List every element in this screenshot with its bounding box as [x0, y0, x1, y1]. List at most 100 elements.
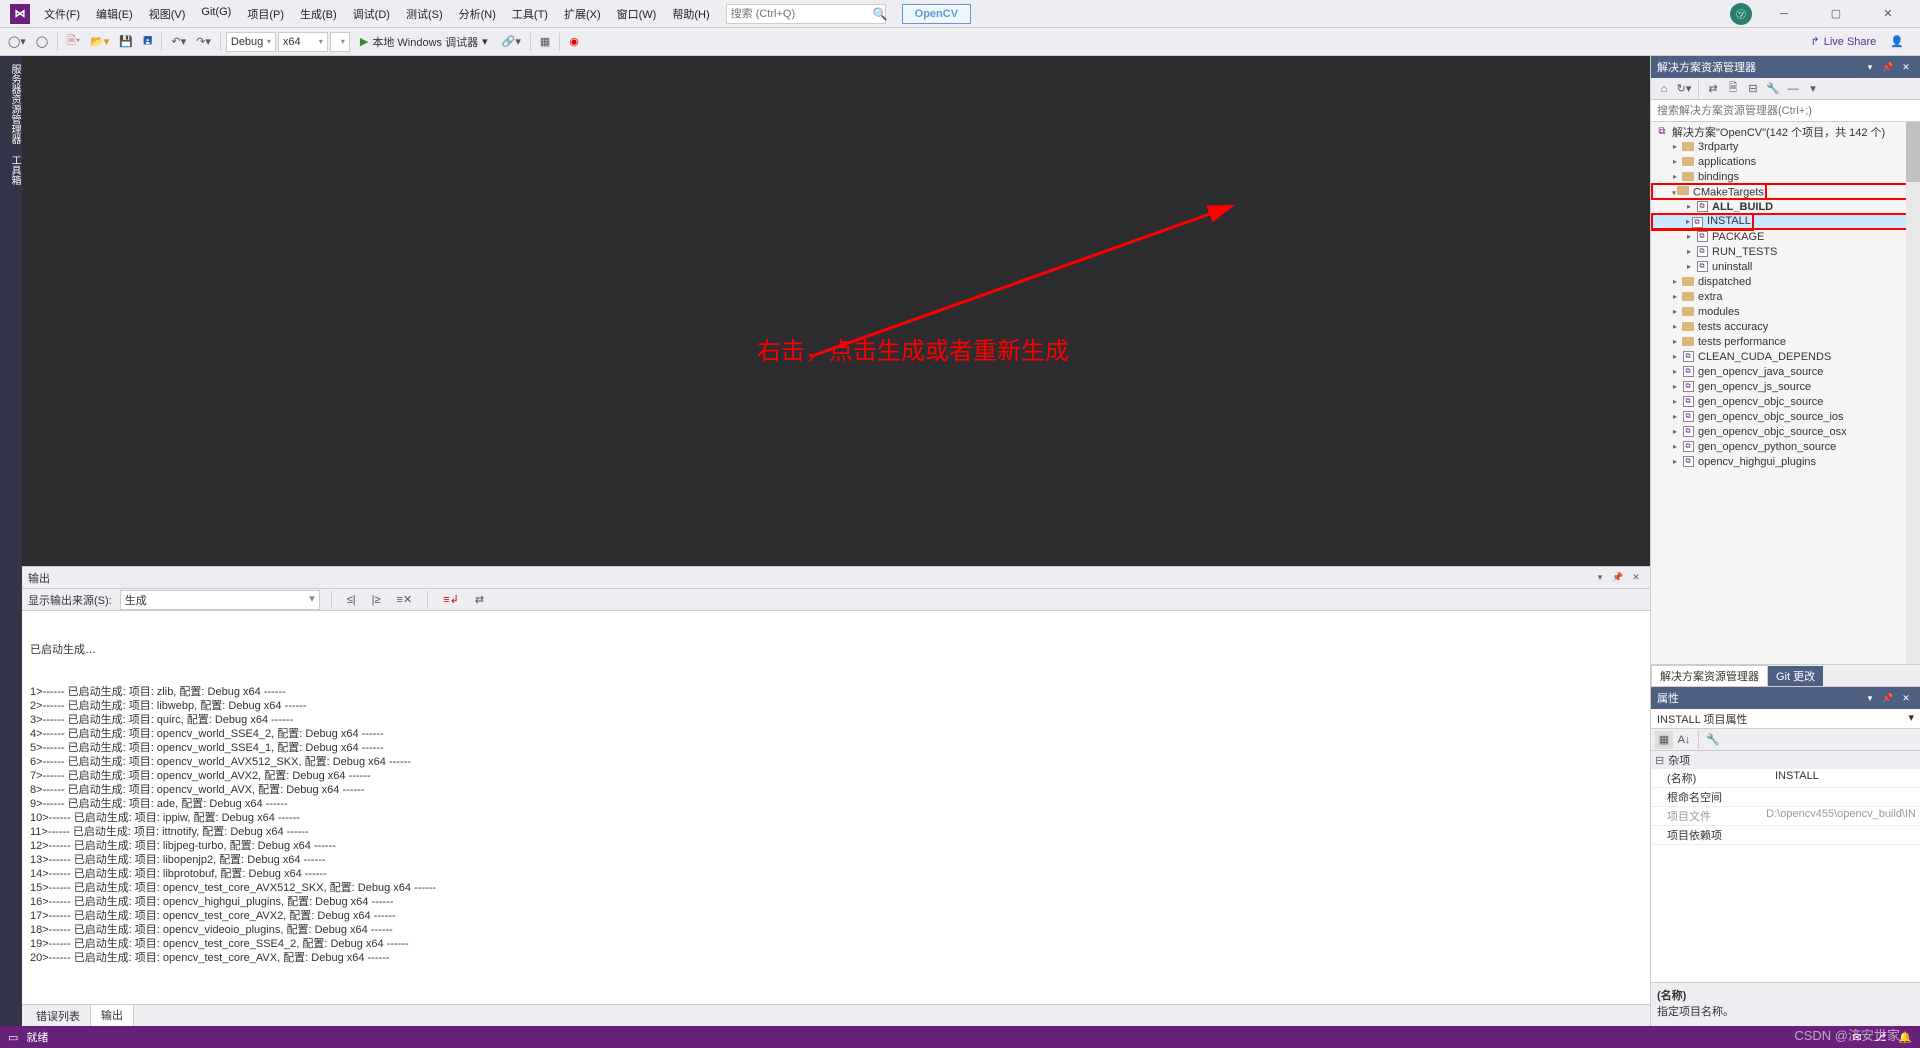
properties-grid[interactable]: 杂项 (名称)INSTALL根命名空间项目文件D:\opencv455\open… [1651, 751, 1920, 982]
expander-icon[interactable]: ▸ [1683, 262, 1695, 271]
notifications-icon[interactable]: 🔔 [1898, 1031, 1912, 1044]
expander-icon[interactable]: ▸ [1669, 142, 1681, 151]
expander-icon[interactable]: ▸ [1669, 412, 1681, 421]
undo-icon[interactable]: ↶▾ [167, 33, 190, 50]
start-debug-button[interactable]: 本地 Windows 调试器 ▾ [352, 32, 496, 52]
close-button[interactable]: ✕ [1868, 2, 1908, 26]
expander-icon[interactable]: ▸ [1669, 322, 1681, 331]
tree-node[interactable]: ▸⧉gen_opencv_java_source [1651, 364, 1920, 379]
expander-icon[interactable]: ▸ [1669, 157, 1681, 166]
tree-node[interactable]: ▸3rdparty [1651, 139, 1920, 154]
close-icon[interactable]: ✕ [1898, 690, 1914, 706]
property-row[interactable]: 根命名空间 [1651, 788, 1920, 807]
categorized-icon[interactable]: ▦ [1655, 731, 1673, 749]
property-value[interactable] [1771, 826, 1920, 844]
preview-icon[interactable]: — [1784, 80, 1802, 98]
expander-icon[interactable]: ▸ [1669, 307, 1681, 316]
expander-icon[interactable]: ▸ [1669, 397, 1681, 406]
tree-node[interactable]: ▸tests performance [1651, 334, 1920, 349]
menu-item[interactable]: 文件(F) [36, 2, 88, 26]
search-input[interactable] [731, 8, 873, 20]
tab-error-list[interactable]: 错误列表 [26, 1006, 90, 1026]
close-icon[interactable]: ✕ [1898, 59, 1914, 75]
search-box[interactable]: 🔍 [726, 4, 886, 24]
expander-icon[interactable]: ▸ [1669, 352, 1681, 361]
tree-node[interactable]: ▸⧉gen_opencv_objc_source [1651, 394, 1920, 409]
output-body[interactable]: 已启动生成… 1>------ 已启动生成: 项目: zlib, 配置: Deb… [22, 611, 1650, 1004]
user-avatar[interactable]: ㋡ [1730, 3, 1752, 25]
property-row[interactable]: (名称)INSTALL [1651, 769, 1920, 788]
new-project-icon[interactable]: 🗎▾ [63, 30, 84, 53]
menu-item[interactable]: 视图(V) [141, 2, 194, 26]
live-share-button[interactable]: ↱ Live Share [1802, 33, 1884, 50]
tree-node[interactable]: ▸⧉uninstall [1651, 259, 1920, 274]
attach-icon[interactable]: 🔗▾ [498, 33, 525, 50]
view-icon[interactable]: ▾ [1804, 80, 1822, 98]
tree-node[interactable]: ▸bindings [1651, 169, 1920, 184]
redo-icon[interactable]: ↷▾ [192, 33, 215, 50]
menu-item[interactable]: 生成(B) [292, 2, 345, 26]
property-value[interactable]: INSTALL [1771, 769, 1920, 787]
nav-fwd-icon[interactable]: ◯ [32, 33, 52, 50]
expander-icon[interactable]: ▸ [1669, 277, 1681, 286]
tree-node[interactable]: ▸⧉INSTALL [1651, 214, 1920, 229]
collapse-icon[interactable]: ⊟ [1744, 80, 1762, 98]
properties-icon[interactable]: 🔧 [1764, 80, 1782, 98]
tree-node[interactable]: ▾CMakeTargets [1651, 184, 1920, 199]
left-vertical-tabs[interactable]: 服务器资源管理器 工具箱 [0, 56, 22, 1026]
refresh-icon[interactable]: ↻▾ [1675, 80, 1693, 98]
menu-item[interactable]: 帮助(H) [664, 2, 717, 26]
maximize-button[interactable]: ▢ [1816, 2, 1856, 26]
tab-solution-explorer[interactable]: 解决方案资源管理器 [1651, 665, 1768, 686]
menu-item[interactable]: Git(G) [193, 2, 239, 26]
expander-icon[interactable]: ▸ [1669, 427, 1681, 436]
expander-icon[interactable]: ▸ [1669, 367, 1681, 376]
pin-icon[interactable]: 📌 [1880, 59, 1896, 75]
expander-icon[interactable]: ▸ [1683, 247, 1695, 256]
opencv-button[interactable]: OpenCV [902, 4, 971, 24]
tool2-icon[interactable]: ◉ [565, 33, 583, 50]
tree-node[interactable]: ▸⧉PACKAGE [1651, 229, 1920, 244]
nav-back-icon[interactable]: ◯▾ [4, 33, 30, 50]
property-row[interactable]: 项目文件D:\opencv455\opencv_build\IN [1651, 807, 1920, 826]
wrench-icon[interactable]: 🔧 [1704, 731, 1722, 749]
tree-node[interactable]: ▸extra [1651, 289, 1920, 304]
tree-node[interactable]: ▸⧉RUN_TESTS [1651, 244, 1920, 259]
expander-icon[interactable]: ▸ [1669, 442, 1681, 451]
properties-object-combo[interactable]: INSTALL 项目属性 [1651, 709, 1920, 729]
tool1-icon[interactable]: ▦ [536, 33, 554, 50]
goto-next-icon[interactable]: |≥ [368, 592, 385, 608]
save-all-icon[interactable]: 🖪 [139, 30, 156, 53]
menu-item[interactable]: 编辑(E) [88, 2, 141, 26]
goto-prev-icon[interactable]: ≤| [343, 592, 360, 608]
expander-icon[interactable]: ▸ [1683, 202, 1695, 211]
property-row[interactable]: 项目依赖项 [1651, 826, 1920, 845]
sync-icon[interactable]: ⇄ [1704, 80, 1722, 98]
close-icon[interactable]: ✕ [1628, 570, 1644, 586]
output-source-combo[interactable]: 生成 [120, 590, 320, 610]
tree-node[interactable]: ▸⧉opencv_highgui_plugins [1651, 454, 1920, 469]
pin-icon[interactable]: 📌 [1880, 690, 1896, 706]
config-combo[interactable]: Debug [226, 32, 276, 52]
tree-node[interactable]: ▸⧉CLEAN_CUDA_DEPENDS [1651, 349, 1920, 364]
tree-node[interactable]: ▸⧉gen_opencv_js_source [1651, 379, 1920, 394]
feedback-icon[interactable]: 👤 [1886, 33, 1908, 50]
expander-icon[interactable]: ▸ [1669, 172, 1681, 181]
expander-icon[interactable]: ▸ [1683, 232, 1695, 241]
property-value[interactable]: D:\opencv455\opencv_build\IN [1762, 807, 1920, 825]
save-icon[interactable]: 💾 [115, 33, 137, 50]
tree-node[interactable]: ▸applications [1651, 154, 1920, 169]
tree-node[interactable]: ▸tests accuracy [1651, 319, 1920, 334]
expander-icon[interactable]: ▸ [1669, 337, 1681, 346]
tab-git-changes[interactable]: Git 更改 [1768, 666, 1823, 686]
menu-item[interactable]: 调试(D) [345, 2, 398, 26]
dropdown-icon[interactable]: ▾ [1592, 570, 1608, 586]
menu-item[interactable]: 窗口(W) [609, 2, 665, 26]
properties-category[interactable]: 杂项 [1651, 751, 1920, 769]
target-combo[interactable] [330, 32, 350, 52]
tree-node[interactable]: ▸⧉gen_opencv_objc_source_ios [1651, 409, 1920, 424]
menu-item[interactable]: 扩展(X) [556, 2, 609, 26]
pin-icon[interactable]: 📌 [1610, 570, 1626, 586]
home-icon[interactable]: ⌂ [1655, 80, 1673, 98]
menu-item[interactable]: 工具(T) [504, 2, 556, 26]
